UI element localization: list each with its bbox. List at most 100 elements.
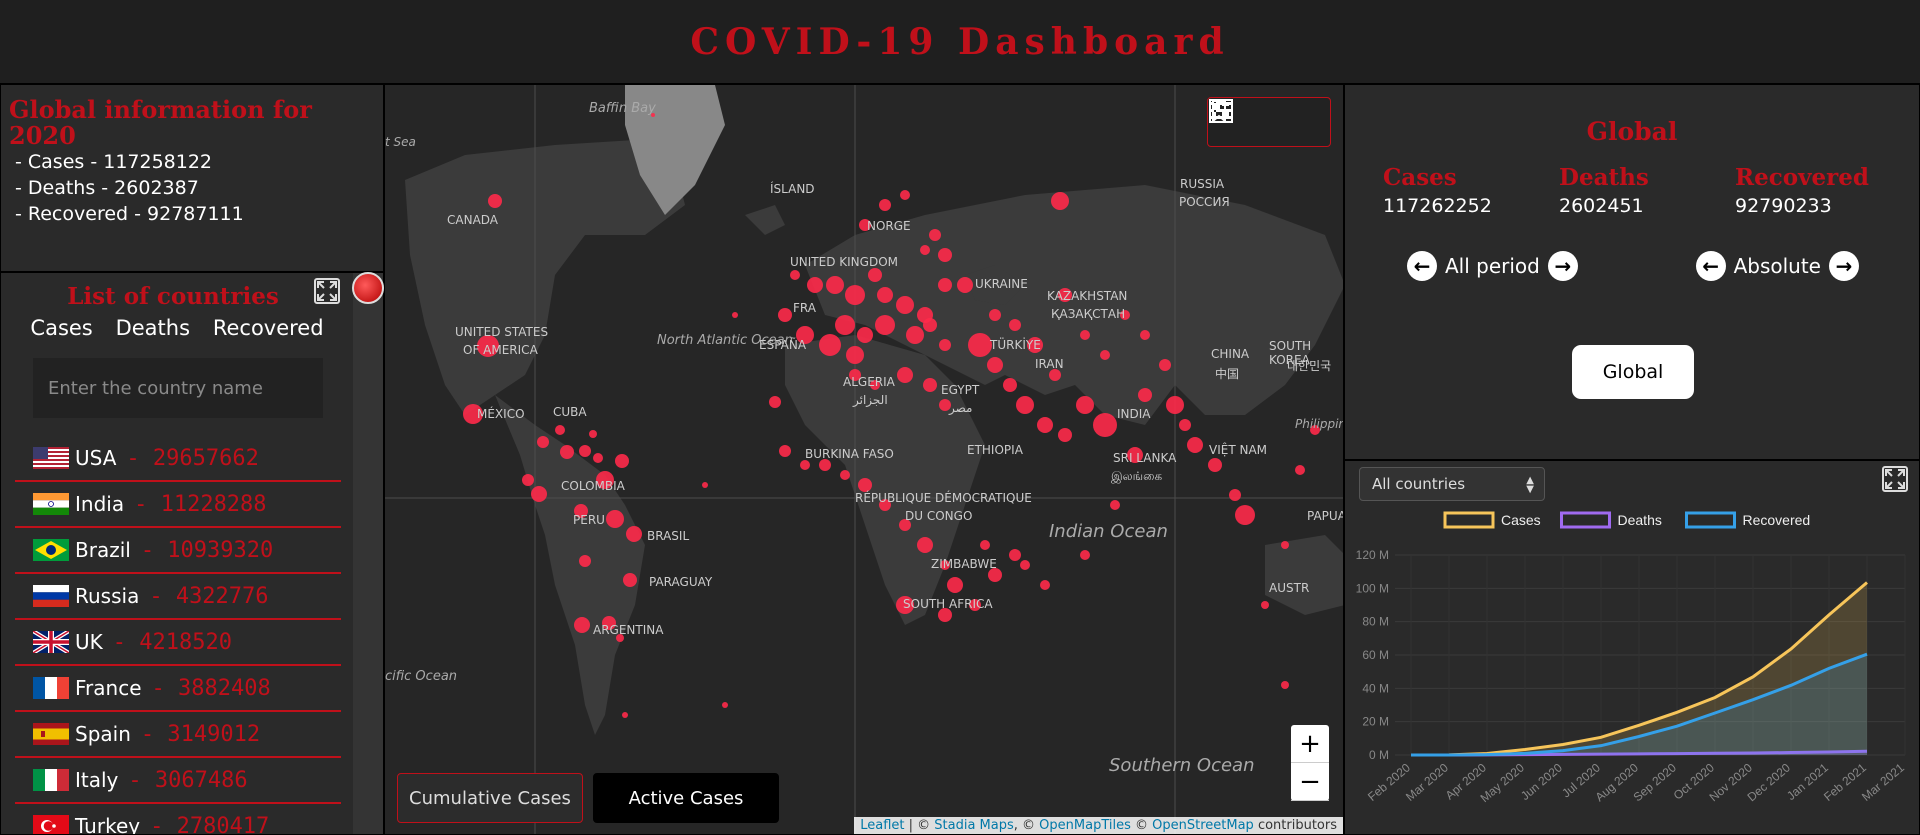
case-marker[interactable]	[1187, 437, 1203, 453]
case-marker[interactable]	[732, 312, 738, 318]
case-marker[interactable]	[1009, 319, 1021, 331]
case-marker[interactable]	[1179, 419, 1191, 431]
tab-active-cases[interactable]: Active Cases	[593, 773, 779, 823]
tab-cases[interactable]: Cases	[30, 316, 92, 340]
country-row[interactable]: Brazil - 10939320	[15, 528, 341, 574]
tab-recovered[interactable]: Recovered	[213, 316, 324, 340]
case-marker[interactable]	[593, 453, 603, 463]
country-row[interactable]: USA - 29657662	[15, 436, 341, 482]
case-marker[interactable]	[778, 308, 792, 322]
case-marker[interactable]	[555, 425, 565, 435]
case-marker[interactable]	[826, 276, 844, 294]
record-indicator-icon[interactable]	[352, 272, 384, 304]
case-marker[interactable]	[846, 346, 864, 364]
country-row[interactable]: Italy - 3067486	[15, 758, 341, 804]
country-row[interactable]: UK - 4218520	[15, 620, 341, 666]
country-row[interactable]: France - 3882408	[15, 666, 341, 712]
case-marker[interactable]	[1009, 549, 1021, 561]
case-marker[interactable]	[1235, 505, 1255, 525]
case-marker[interactable]	[1159, 359, 1171, 371]
case-marker[interactable]	[800, 460, 810, 470]
case-marker[interactable]	[868, 268, 882, 282]
case-marker[interactable]	[938, 278, 952, 292]
case-marker[interactable]	[537, 436, 549, 448]
arrow-left-icon[interactable]: ←	[1407, 251, 1437, 281]
case-marker[interactable]	[769, 396, 781, 408]
case-marker[interactable]	[1040, 580, 1050, 590]
case-marker[interactable]	[622, 712, 628, 718]
case-marker[interactable]	[1037, 417, 1053, 433]
case-marker[interactable]	[1076, 396, 1094, 414]
case-marker[interactable]	[877, 287, 893, 303]
case-marker[interactable]	[1016, 396, 1034, 414]
case-marker[interactable]	[1110, 500, 1120, 510]
case-marker[interactable]	[1166, 396, 1184, 414]
case-marker[interactable]	[938, 248, 952, 262]
case-marker[interactable]	[989, 309, 1001, 321]
case-marker[interactable]	[1080, 330, 1090, 340]
arrow-right-icon[interactable]: →	[1547, 251, 1578, 281]
case-marker[interactable]	[807, 277, 823, 293]
arrow-left-icon[interactable]: ←	[1695, 251, 1726, 281]
osm-link[interactable]: OpenStreetMap	[1152, 818, 1254, 833]
case-marker[interactable]	[531, 486, 547, 502]
zoom-in-button[interactable]: +	[1291, 725, 1329, 763]
case-marker[interactable]	[923, 318, 937, 332]
case-marker[interactable]	[1229, 489, 1241, 501]
case-marker[interactable]	[702, 482, 708, 488]
country-row[interactable]: Turkey - 2780417	[15, 804, 341, 834]
case-marker[interactable]	[1281, 681, 1289, 689]
case-marker[interactable]	[790, 270, 800, 280]
country-row[interactable]: Spain - 3149012	[15, 712, 341, 758]
scrollbar-track[interactable]	[353, 273, 383, 834]
case-marker[interactable]	[579, 555, 591, 567]
case-marker[interactable]	[939, 339, 951, 351]
case-marker[interactable]	[615, 454, 629, 468]
layers-icon[interactable]	[1208, 98, 1234, 124]
case-marker[interactable]	[968, 333, 992, 357]
world-map[interactable]: Baffin Bay t Sea ÍSLAND CANADA NORGE UNI…	[384, 84, 1344, 835]
case-marker[interactable]	[920, 245, 930, 255]
case-marker[interactable]	[522, 474, 534, 486]
tab-cumulative-cases[interactable]: Cumulative Cases	[397, 773, 583, 823]
arrow-right-icon[interactable]: →	[1829, 251, 1859, 281]
case-marker[interactable]	[1020, 560, 1030, 570]
case-marker[interactable]	[897, 367, 913, 383]
case-marker[interactable]	[779, 445, 791, 457]
case-marker[interactable]	[980, 540, 990, 550]
case-marker[interactable]	[579, 445, 591, 457]
case-marker[interactable]	[1138, 388, 1152, 402]
stadia-link[interactable]: Stadia Maps	[934, 818, 1014, 833]
case-marker[interactable]	[858, 478, 872, 492]
case-marker[interactable]	[840, 470, 850, 480]
case-marker[interactable]	[623, 573, 637, 587]
tab-deaths[interactable]: Deaths	[116, 316, 190, 340]
case-marker[interactable]	[574, 617, 590, 633]
case-marker[interactable]	[957, 277, 973, 293]
expand-list-button[interactable]	[314, 278, 340, 304]
case-marker[interactable]	[819, 334, 841, 356]
case-marker[interactable]	[1003, 378, 1017, 392]
case-marker[interactable]	[560, 445, 574, 459]
case-marker[interactable]	[900, 190, 910, 200]
country-select[interactable]: All countries ▲ ▼	[1359, 467, 1545, 501]
case-marker[interactable]	[1093, 413, 1117, 437]
case-marker[interactable]	[1140, 330, 1150, 340]
country-row[interactable]: India - 11228288	[15, 482, 341, 528]
case-marker[interactable]	[857, 327, 873, 343]
case-marker[interactable]	[917, 537, 933, 553]
case-marker[interactable]	[879, 199, 891, 211]
case-marker[interactable]	[845, 285, 865, 305]
case-marker[interactable]	[875, 315, 895, 335]
case-marker[interactable]	[923, 378, 937, 392]
case-marker[interactable]	[626, 526, 642, 542]
case-marker[interactable]	[987, 357, 1003, 373]
case-marker[interactable]	[606, 510, 624, 528]
case-marker[interactable]	[1058, 428, 1072, 442]
case-marker[interactable]	[947, 577, 963, 593]
case-marker[interactable]	[929, 229, 941, 241]
leaflet-link[interactable]: Leaflet	[860, 818, 904, 833]
case-marker[interactable]	[896, 296, 914, 314]
case-marker[interactable]	[835, 315, 855, 335]
global-button[interactable]: Global	[1572, 345, 1694, 399]
